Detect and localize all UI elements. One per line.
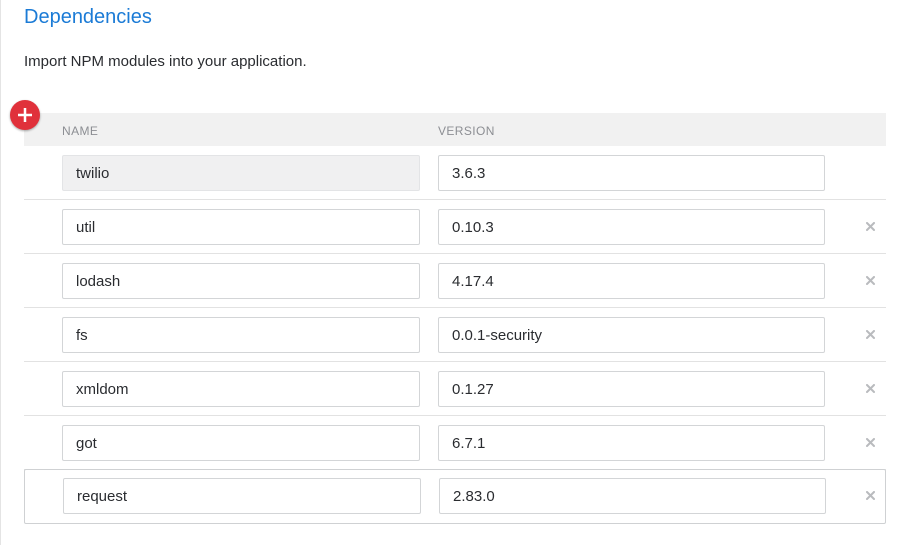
dependency-row <box>24 416 886 470</box>
close-icon <box>865 221 875 231</box>
dependency-row <box>24 254 886 308</box>
dependency-version-input[interactable] <box>438 263 825 299</box>
remove-dependency-button[interactable] <box>862 272 878 288</box>
table-header: NAME VERSION <box>24 113 886 146</box>
close-icon <box>865 329 875 339</box>
dependency-name-input[interactable] <box>62 317 420 353</box>
dependency-row <box>24 308 886 362</box>
close-icon <box>865 490 875 500</box>
remove-dependency-button[interactable] <box>862 487 878 503</box>
dependency-row <box>24 362 886 416</box>
dependency-version-input[interactable] <box>438 425 825 461</box>
dependency-row <box>24 200 886 254</box>
dependency-name-input[interactable] <box>62 263 420 299</box>
dependency-row <box>24 146 886 200</box>
remove-dependency-button[interactable] <box>862 218 878 234</box>
column-header-version: VERSION <box>438 124 495 138</box>
dependency-name-input[interactable] <box>62 209 420 245</box>
add-dependency-button[interactable] <box>10 100 40 130</box>
dependency-row <box>24 469 886 524</box>
dependency-version-input[interactable] <box>438 317 825 353</box>
dependency-version-input[interactable] <box>438 155 825 191</box>
close-icon <box>865 437 875 447</box>
dependency-name-input[interactable] <box>62 371 420 407</box>
section-description: Import NPM modules into your application… <box>24 53 307 70</box>
dependencies-table: NAME VERSION <box>24 113 886 524</box>
column-header-name: NAME <box>62 124 99 138</box>
dependency-version-input[interactable] <box>438 371 825 407</box>
dependency-name-input <box>62 155 420 191</box>
dependency-name-input[interactable] <box>62 425 420 461</box>
plus-icon <box>18 108 32 122</box>
dependency-version-input[interactable] <box>438 209 825 245</box>
close-icon <box>865 383 875 393</box>
remove-dependency-button[interactable] <box>862 380 878 396</box>
section-title: Dependencies <box>24 6 152 28</box>
remove-dependency-button[interactable] <box>862 326 878 342</box>
dependency-name-input[interactable] <box>63 478 421 514</box>
remove-dependency-button[interactable] <box>862 434 878 450</box>
dependency-version-input[interactable] <box>439 478 826 514</box>
close-icon <box>865 275 875 285</box>
